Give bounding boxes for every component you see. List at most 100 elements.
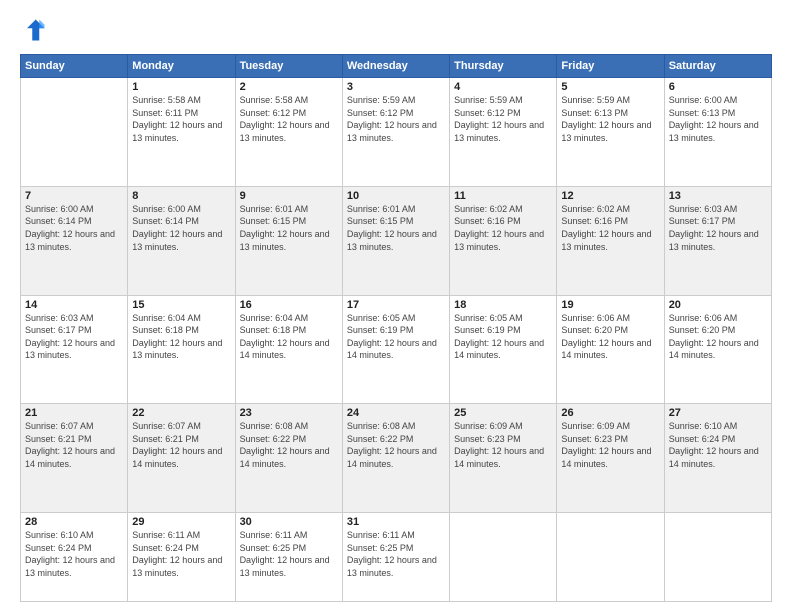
day-info: Sunrise: 6:01 AM Sunset: 6:15 PM Dayligh… (240, 203, 338, 253)
day-info: Sunrise: 6:06 AM Sunset: 6:20 PM Dayligh… (669, 312, 767, 362)
day-number: 11 (454, 190, 552, 202)
logo (20, 16, 52, 44)
day-info: Sunrise: 6:01 AM Sunset: 6:15 PM Dayligh… (347, 203, 445, 253)
day-number: 7 (25, 190, 123, 202)
calendar-week-row: 14Sunrise: 6:03 AM Sunset: 6:17 PM Dayli… (21, 295, 772, 404)
day-number: 13 (669, 190, 767, 202)
calendar-day-header: Saturday (664, 55, 771, 78)
calendar-cell: 9Sunrise: 6:01 AM Sunset: 6:15 PM Daylig… (235, 186, 342, 295)
calendar-cell: 1Sunrise: 5:58 AM Sunset: 6:11 PM Daylig… (128, 78, 235, 187)
calendar-cell: 26Sunrise: 6:09 AM Sunset: 6:23 PM Dayli… (557, 404, 664, 513)
calendar-cell (450, 513, 557, 602)
calendar-week-row: 7Sunrise: 6:00 AM Sunset: 6:14 PM Daylig… (21, 186, 772, 295)
calendar-cell: 8Sunrise: 6:00 AM Sunset: 6:14 PM Daylig… (128, 186, 235, 295)
day-number: 28 (25, 516, 123, 528)
day-info: Sunrise: 6:07 AM Sunset: 6:21 PM Dayligh… (25, 420, 123, 470)
day-info: Sunrise: 6:00 AM Sunset: 6:13 PM Dayligh… (669, 94, 767, 144)
calendar-day-header: Tuesday (235, 55, 342, 78)
calendar-cell: 19Sunrise: 6:06 AM Sunset: 6:20 PM Dayli… (557, 295, 664, 404)
day-info: Sunrise: 6:11 AM Sunset: 6:25 PM Dayligh… (240, 529, 338, 579)
day-number: 15 (132, 299, 230, 311)
day-info: Sunrise: 6:06 AM Sunset: 6:20 PM Dayligh… (561, 312, 659, 362)
day-number: 1 (132, 81, 230, 93)
day-info: Sunrise: 5:59 AM Sunset: 6:12 PM Dayligh… (454, 94, 552, 144)
logo-icon (20, 16, 48, 44)
calendar-day-header: Thursday (450, 55, 557, 78)
day-number: 14 (25, 299, 123, 311)
day-number: 12 (561, 190, 659, 202)
calendar-cell: 7Sunrise: 6:00 AM Sunset: 6:14 PM Daylig… (21, 186, 128, 295)
day-info: Sunrise: 6:07 AM Sunset: 6:21 PM Dayligh… (132, 420, 230, 470)
calendar-cell: 4Sunrise: 5:59 AM Sunset: 6:12 PM Daylig… (450, 78, 557, 187)
calendar-day-header: Wednesday (342, 55, 449, 78)
calendar-cell (664, 513, 771, 602)
day-info: Sunrise: 5:58 AM Sunset: 6:11 PM Dayligh… (132, 94, 230, 144)
calendar-cell: 29Sunrise: 6:11 AM Sunset: 6:24 PM Dayli… (128, 513, 235, 602)
calendar-header-row: SundayMondayTuesdayWednesdayThursdayFrid… (21, 55, 772, 78)
day-number: 22 (132, 407, 230, 419)
day-info: Sunrise: 6:10 AM Sunset: 6:24 PM Dayligh… (669, 420, 767, 470)
calendar-week-row: 1Sunrise: 5:58 AM Sunset: 6:11 PM Daylig… (21, 78, 772, 187)
calendar-week-row: 28Sunrise: 6:10 AM Sunset: 6:24 PM Dayli… (21, 513, 772, 602)
day-info: Sunrise: 6:08 AM Sunset: 6:22 PM Dayligh… (240, 420, 338, 470)
day-info: Sunrise: 6:05 AM Sunset: 6:19 PM Dayligh… (347, 312, 445, 362)
day-info: Sunrise: 6:00 AM Sunset: 6:14 PM Dayligh… (25, 203, 123, 253)
day-number: 2 (240, 81, 338, 93)
day-info: Sunrise: 6:03 AM Sunset: 6:17 PM Dayligh… (669, 203, 767, 253)
calendar-cell: 5Sunrise: 5:59 AM Sunset: 6:13 PM Daylig… (557, 78, 664, 187)
calendar-cell (21, 78, 128, 187)
day-number: 21 (25, 407, 123, 419)
calendar-cell: 27Sunrise: 6:10 AM Sunset: 6:24 PM Dayli… (664, 404, 771, 513)
calendar-cell: 18Sunrise: 6:05 AM Sunset: 6:19 PM Dayli… (450, 295, 557, 404)
day-number: 10 (347, 190, 445, 202)
day-number: 25 (454, 407, 552, 419)
calendar-cell (557, 513, 664, 602)
day-info: Sunrise: 6:08 AM Sunset: 6:22 PM Dayligh… (347, 420, 445, 470)
day-info: Sunrise: 6:09 AM Sunset: 6:23 PM Dayligh… (454, 420, 552, 470)
calendar-day-header: Sunday (21, 55, 128, 78)
calendar-cell: 20Sunrise: 6:06 AM Sunset: 6:20 PM Dayli… (664, 295, 771, 404)
calendar-cell: 14Sunrise: 6:03 AM Sunset: 6:17 PM Dayli… (21, 295, 128, 404)
calendar-cell: 25Sunrise: 6:09 AM Sunset: 6:23 PM Dayli… (450, 404, 557, 513)
day-number: 6 (669, 81, 767, 93)
day-number: 27 (669, 407, 767, 419)
day-number: 29 (132, 516, 230, 528)
calendar-week-row: 21Sunrise: 6:07 AM Sunset: 6:21 PM Dayli… (21, 404, 772, 513)
day-info: Sunrise: 5:58 AM Sunset: 6:12 PM Dayligh… (240, 94, 338, 144)
day-number: 23 (240, 407, 338, 419)
day-number: 30 (240, 516, 338, 528)
day-info: Sunrise: 6:11 AM Sunset: 6:24 PM Dayligh… (132, 529, 230, 579)
day-info: Sunrise: 5:59 AM Sunset: 6:12 PM Dayligh… (347, 94, 445, 144)
day-number: 31 (347, 516, 445, 528)
day-info: Sunrise: 6:04 AM Sunset: 6:18 PM Dayligh… (132, 312, 230, 362)
calendar-cell: 31Sunrise: 6:11 AM Sunset: 6:25 PM Dayli… (342, 513, 449, 602)
day-info: Sunrise: 6:11 AM Sunset: 6:25 PM Dayligh… (347, 529, 445, 579)
day-info: Sunrise: 6:09 AM Sunset: 6:23 PM Dayligh… (561, 420, 659, 470)
calendar-cell: 17Sunrise: 6:05 AM Sunset: 6:19 PM Dayli… (342, 295, 449, 404)
calendar-day-header: Monday (128, 55, 235, 78)
day-number: 4 (454, 81, 552, 93)
day-number: 26 (561, 407, 659, 419)
day-info: Sunrise: 6:04 AM Sunset: 6:18 PM Dayligh… (240, 312, 338, 362)
day-number: 17 (347, 299, 445, 311)
calendar-cell: 16Sunrise: 6:04 AM Sunset: 6:18 PM Dayli… (235, 295, 342, 404)
calendar-cell: 15Sunrise: 6:04 AM Sunset: 6:18 PM Dayli… (128, 295, 235, 404)
day-number: 18 (454, 299, 552, 311)
day-info: Sunrise: 6:03 AM Sunset: 6:17 PM Dayligh… (25, 312, 123, 362)
calendar-cell: 24Sunrise: 6:08 AM Sunset: 6:22 PM Dayli… (342, 404, 449, 513)
calendar-cell: 3Sunrise: 5:59 AM Sunset: 6:12 PM Daylig… (342, 78, 449, 187)
calendar-cell: 23Sunrise: 6:08 AM Sunset: 6:22 PM Dayli… (235, 404, 342, 513)
day-info: Sunrise: 6:00 AM Sunset: 6:14 PM Dayligh… (132, 203, 230, 253)
page: SundayMondayTuesdayWednesdayThursdayFrid… (0, 0, 792, 612)
calendar-cell: 12Sunrise: 6:02 AM Sunset: 6:16 PM Dayli… (557, 186, 664, 295)
day-number: 8 (132, 190, 230, 202)
day-number: 5 (561, 81, 659, 93)
calendar-cell: 11Sunrise: 6:02 AM Sunset: 6:16 PM Dayli… (450, 186, 557, 295)
day-number: 9 (240, 190, 338, 202)
day-info: Sunrise: 6:02 AM Sunset: 6:16 PM Dayligh… (454, 203, 552, 253)
calendar-cell: 10Sunrise: 6:01 AM Sunset: 6:15 PM Dayli… (342, 186, 449, 295)
calendar-cell: 13Sunrise: 6:03 AM Sunset: 6:17 PM Dayli… (664, 186, 771, 295)
calendar-cell: 28Sunrise: 6:10 AM Sunset: 6:24 PM Dayli… (21, 513, 128, 602)
calendar-cell: 2Sunrise: 5:58 AM Sunset: 6:12 PM Daylig… (235, 78, 342, 187)
day-number: 3 (347, 81, 445, 93)
